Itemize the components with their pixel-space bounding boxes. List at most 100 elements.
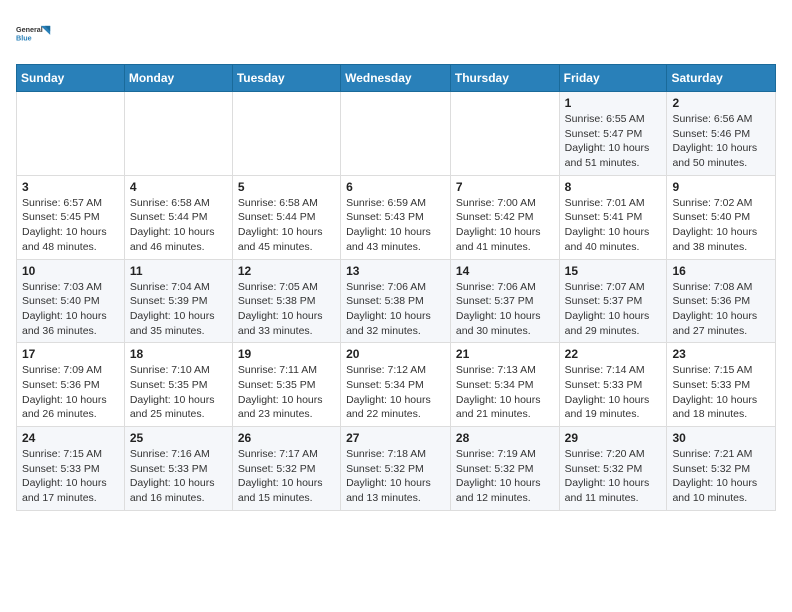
- calendar-cell: 12 Sunrise: 7:05 AM Sunset: 5:38 PM Dayli…: [232, 259, 340, 343]
- day-info: Sunrise: 7:06 AM Sunset: 5:37 PM Dayligh…: [456, 280, 554, 339]
- calendar-cell: 4 Sunrise: 6:58 AM Sunset: 5:44 PM Daylig…: [124, 175, 232, 259]
- day-number: 21: [456, 347, 554, 361]
- day-info: Sunrise: 6:57 AM Sunset: 5:45 PM Dayligh…: [22, 196, 119, 255]
- weekday-header-friday: Friday: [559, 65, 667, 92]
- calendar-cell: 27Sunrise: 7:18 AM Sunset: 5:32 PM Dayli…: [341, 427, 451, 511]
- day-info: Sunrise: 7:07 AM Sunset: 5:37 PM Dayligh…: [565, 280, 662, 339]
- calendar-week-4: 17 Sunrise: 7:09 AM Sunset: 5:36 PM Dayli…: [17, 343, 776, 427]
- calendar-cell: 22 Sunrise: 7:14 AM Sunset: 5:33 PM Dayli…: [559, 343, 667, 427]
- day-number: 22: [565, 347, 662, 361]
- calendar-cell: 28 Sunrise: 7:19 AM Sunset: 5:32 PM Dayli…: [450, 427, 559, 511]
- calendar-cell: 9 Sunrise: 7:02 AM Sunset: 5:40 PM Daylig…: [667, 175, 776, 259]
- day-number: 25: [130, 431, 227, 445]
- calendar-table: SundayMondayTuesdayWednesdayThursdayFrid…: [16, 64, 776, 511]
- day-info: Sunrise: 7:13 AM Sunset: 5:34 PM Dayligh…: [456, 363, 554, 422]
- calendar-cell: 23Sunrise: 7:15 AM Sunset: 5:33 PM Dayli…: [667, 343, 776, 427]
- calendar-cell: 29 Sunrise: 7:20 AM Sunset: 5:32 PM Dayli…: [559, 427, 667, 511]
- day-info: Sunrise: 7:16 AM Sunset: 5:33 PM Dayligh…: [130, 447, 227, 506]
- calendar-cell: [124, 92, 232, 176]
- day-info: Sunrise: 7:15 AM Sunset: 5:33 PM Dayligh…: [672, 363, 770, 422]
- day-number: 4: [130, 180, 227, 194]
- day-info: Sunrise: 7:17 AM Sunset: 5:32 PM Dayligh…: [238, 447, 335, 506]
- day-number: 5: [238, 180, 335, 194]
- day-info: Sunrise: 7:02 AM Sunset: 5:40 PM Dayligh…: [672, 196, 770, 255]
- calendar-cell: 17 Sunrise: 7:09 AM Sunset: 5:36 PM Dayli…: [17, 343, 125, 427]
- calendar-cell: 26 Sunrise: 7:17 AM Sunset: 5:32 PM Dayli…: [232, 427, 340, 511]
- day-number: 16: [672, 264, 770, 278]
- calendar-cell: 14 Sunrise: 7:06 AM Sunset: 5:37 PM Dayli…: [450, 259, 559, 343]
- calendar-cell: 3 Sunrise: 6:57 AM Sunset: 5:45 PM Daylig…: [17, 175, 125, 259]
- calendar-cell: 15 Sunrise: 7:07 AM Sunset: 5:37 PM Dayli…: [559, 259, 667, 343]
- calendar-cell: 16Sunrise: 7:08 AM Sunset: 5:36 PM Dayli…: [667, 259, 776, 343]
- calendar-week-2: 3 Sunrise: 6:57 AM Sunset: 5:45 PM Daylig…: [17, 175, 776, 259]
- day-number: 1: [565, 96, 662, 110]
- svg-text:General: General: [16, 25, 43, 34]
- day-number: 7: [456, 180, 554, 194]
- day-info: Sunrise: 7:20 AM Sunset: 5:32 PM Dayligh…: [565, 447, 662, 506]
- day-info: Sunrise: 7:09 AM Sunset: 5:36 PM Dayligh…: [22, 363, 119, 422]
- day-info: Sunrise: 7:21 AM Sunset: 5:32 PM Dayligh…: [672, 447, 770, 506]
- calendar-cell: 13 Sunrise: 7:06 AM Sunset: 5:38 PM Dayli…: [341, 259, 451, 343]
- weekday-header-sunday: Sunday: [17, 65, 125, 92]
- day-number: 17: [22, 347, 119, 361]
- day-info: Sunrise: 7:19 AM Sunset: 5:32 PM Dayligh…: [456, 447, 554, 506]
- day-number: 18: [130, 347, 227, 361]
- day-number: 29: [565, 431, 662, 445]
- day-number: 14: [456, 264, 554, 278]
- day-number: 2: [672, 96, 770, 110]
- day-number: 26: [238, 431, 335, 445]
- calendar-cell: [450, 92, 559, 176]
- day-info: Sunrise: 6:56 AM Sunset: 5:46 PM Dayligh…: [672, 112, 770, 171]
- day-info: Sunrise: 6:55 AM Sunset: 5:47 PM Dayligh…: [565, 112, 662, 171]
- day-number: 11: [130, 264, 227, 278]
- day-number: 19: [238, 347, 335, 361]
- day-info: Sunrise: 7:11 AM Sunset: 5:35 PM Dayligh…: [238, 363, 335, 422]
- day-info: Sunrise: 7:06 AM Sunset: 5:38 PM Dayligh…: [346, 280, 445, 339]
- page-header: GeneralBlue: [16, 16, 776, 52]
- calendar-cell: 6 Sunrise: 6:59 AM Sunset: 5:43 PM Daylig…: [341, 175, 451, 259]
- calendar-cell: 24 Sunrise: 7:15 AM Sunset: 5:33 PM Dayli…: [17, 427, 125, 511]
- day-number: 8: [565, 180, 662, 194]
- calendar-cell: 21 Sunrise: 7:13 AM Sunset: 5:34 PM Dayli…: [450, 343, 559, 427]
- weekday-header-thursday: Thursday: [450, 65, 559, 92]
- weekday-header-monday: Monday: [124, 65, 232, 92]
- day-number: 6: [346, 180, 445, 194]
- day-info: Sunrise: 7:01 AM Sunset: 5:41 PM Dayligh…: [565, 196, 662, 255]
- day-info: Sunrise: 7:18 AM Sunset: 5:32 PM Dayligh…: [346, 447, 445, 506]
- weekday-header-row: SundayMondayTuesdayWednesdayThursdayFrid…: [17, 65, 776, 92]
- calendar-cell: [17, 92, 125, 176]
- day-info: Sunrise: 7:05 AM Sunset: 5:38 PM Dayligh…: [238, 280, 335, 339]
- calendar-cell: [341, 92, 451, 176]
- day-info: Sunrise: 7:14 AM Sunset: 5:33 PM Dayligh…: [565, 363, 662, 422]
- day-number: 24: [22, 431, 119, 445]
- day-number: 3: [22, 180, 119, 194]
- day-number: 28: [456, 431, 554, 445]
- calendar-cell: [232, 92, 340, 176]
- calendar-cell: 19 Sunrise: 7:11 AM Sunset: 5:35 PM Dayli…: [232, 343, 340, 427]
- day-number: 15: [565, 264, 662, 278]
- calendar-cell: 18 Sunrise: 7:10 AM Sunset: 5:35 PM Dayli…: [124, 343, 232, 427]
- day-number: 12: [238, 264, 335, 278]
- day-info: Sunrise: 6:59 AM Sunset: 5:43 PM Dayligh…: [346, 196, 445, 255]
- logo: GeneralBlue: [16, 16, 52, 52]
- day-number: 10: [22, 264, 119, 278]
- weekday-header-wednesday: Wednesday: [341, 65, 451, 92]
- logo-icon: GeneralBlue: [16, 16, 52, 52]
- day-number: 20: [346, 347, 445, 361]
- weekday-header-saturday: Saturday: [667, 65, 776, 92]
- day-info: Sunrise: 6:58 AM Sunset: 5:44 PM Dayligh…: [130, 196, 227, 255]
- calendar-cell: 11Sunrise: 7:04 AM Sunset: 5:39 PM Dayli…: [124, 259, 232, 343]
- calendar-week-5: 24 Sunrise: 7:15 AM Sunset: 5:33 PM Dayli…: [17, 427, 776, 511]
- calendar-cell: 2 Sunrise: 6:56 AM Sunset: 5:46 PM Daylig…: [667, 92, 776, 176]
- day-number: 9: [672, 180, 770, 194]
- calendar-cell: 1 Sunrise: 6:55 AM Sunset: 5:47 PM Daylig…: [559, 92, 667, 176]
- calendar-cell: 10 Sunrise: 7:03 AM Sunset: 5:40 PM Dayli…: [17, 259, 125, 343]
- calendar-cell: 20Sunrise: 7:12 AM Sunset: 5:34 PM Dayli…: [341, 343, 451, 427]
- day-info: Sunrise: 7:00 AM Sunset: 5:42 PM Dayligh…: [456, 196, 554, 255]
- day-info: Sunrise: 7:15 AM Sunset: 5:33 PM Dayligh…: [22, 447, 119, 506]
- day-info: Sunrise: 7:10 AM Sunset: 5:35 PM Dayligh…: [130, 363, 227, 422]
- calendar-week-1: 1 Sunrise: 6:55 AM Sunset: 5:47 PM Daylig…: [17, 92, 776, 176]
- day-number: 13: [346, 264, 445, 278]
- day-number: 30: [672, 431, 770, 445]
- day-info: Sunrise: 7:03 AM Sunset: 5:40 PM Dayligh…: [22, 280, 119, 339]
